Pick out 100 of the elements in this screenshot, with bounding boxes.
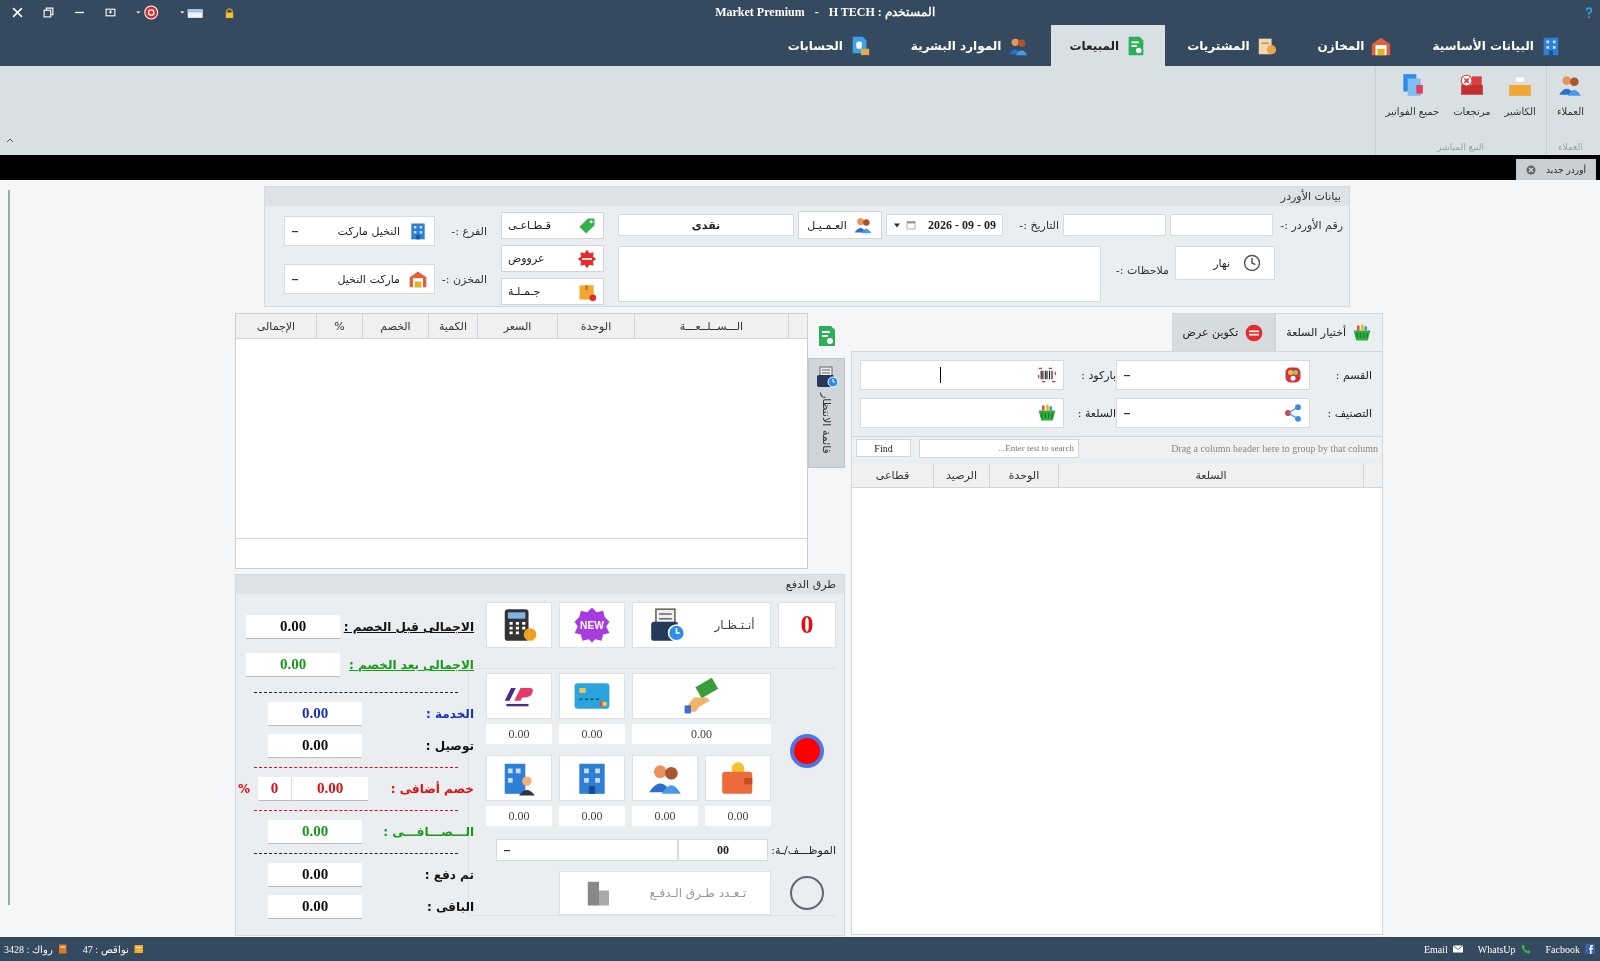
tab-icon [1352,322,1372,343]
shift-field[interactable]: نهار [1175,246,1275,280]
waiting-count: 0 [778,602,836,648]
amount-field[interactable]: 0.00 [246,615,340,639]
column-header[interactable]: الرصيد [933,463,989,487]
social-link[interactable]: Facbook [1545,943,1596,955]
search-field[interactable]: Enter test to search... [919,438,1079,458]
column-header[interactable]: السعر [477,314,557,338]
date-field[interactable]: 2026 - 09 - 09 [886,214,1003,236]
price-type-button[interactable]: جـمـلـة [501,278,604,305]
status-text: رواك : 3428 [4,943,53,955]
wait-button[interactable]: أنـتـظـار [632,602,771,648]
share-icon [1283,403,1303,423]
window-icon[interactable] [105,7,116,18]
ribbon-button[interactable]: مرتجعات [1449,70,1495,142]
status-icon [132,943,145,955]
panel-title: بيانات الأوردر [1280,190,1341,203]
ribbon-tab[interactable]: المشتريات [1169,25,1296,66]
amount-field[interactable]: 0.00 [268,734,362,758]
calendar-icon [905,219,917,231]
price-type-button[interactable]: عرووض [501,245,604,272]
dropdown-field[interactable] [1116,360,1310,390]
column-header[interactable]: الكمية [428,314,477,338]
new-button[interactable]: NEW [559,602,625,648]
customer-field[interactable]: نقدى [617,214,794,236]
ribbon-tab[interactable]: الحسابات [769,25,889,66]
restore-icon[interactable] [43,7,54,18]
payment-method-button[interactable] [559,755,625,801]
people-icon [852,215,873,235]
column-header[interactable]: قطاعى [852,463,933,487]
ribbon-button[interactable]: جميع الفواتير [1381,70,1444,142]
total-label: الـــصـــافـــى : [382,825,474,839]
panel-tab[interactable]: أختيار السلعة [1275,313,1383,351]
column-header[interactable]: % [316,314,362,338]
waiting-list-tab[interactable]: قائمة الانتظار [808,358,845,468]
total-label: خصم أضافى : [389,782,474,796]
ribbon-button[interactable]: الكاشير [1500,70,1540,142]
section-icon [1283,365,1303,385]
lock-icon[interactable] [224,7,235,18]
help-icon[interactable] [1584,5,1594,20]
amount-field: 0.00 [486,724,552,744]
ribbon-group-label: العملاء [1557,142,1584,154]
ribbon-tab[interactable]: المبيعات [1051,25,1166,66]
dropdown-caret-icon [893,222,901,228]
ribbon-tab[interactable]: البيانات الأساسية [1414,25,1580,66]
column-header[interactable]: السلعة [1058,463,1363,487]
amount-field[interactable]: 0.00 [292,777,369,801]
dropdown-field[interactable] [1116,398,1310,428]
calculator-button[interactable] [486,602,552,648]
status-icon [56,943,69,955]
ribbon-tab[interactable]: المخازن [1299,25,1411,66]
customer-button[interactable]: العـمـيـل [798,211,882,239]
payment-method-button[interactable] [632,755,698,801]
employee-field[interactable] [496,839,678,861]
percent-sign: % [238,782,251,796]
amount-field[interactable]: 0.00 [268,863,362,887]
group-hint: Drag a column header here to group by that column [1170,442,1378,454]
input-field[interactable] [860,398,1064,428]
social-link[interactable]: Email [1423,943,1464,955]
input-field[interactable] [860,360,1064,390]
email-icon [1451,943,1464,955]
waiting-icon [648,606,687,644]
radio-button[interactable] [790,734,824,768]
amount-field[interactable]: 0.00 [246,653,340,677]
social-link[interactable]: WhatsUp [1477,943,1532,955]
logo-dropdown-icon[interactable] [136,5,160,20]
find-button[interactable]: Find [856,439,911,457]
amount-field: 0.00 [486,806,552,826]
document-tab[interactable]: أوردر جديد [1516,159,1596,180]
order-number-field[interactable] [1170,214,1273,236]
branch-field[interactable]: النخيل ماركت [284,216,435,246]
column-header[interactable]: الخصم [362,314,428,338]
notes-field[interactable] [617,246,1101,302]
collapse-icon[interactable] [6,137,14,143]
column-header[interactable]: الإجمالى [236,314,316,338]
close-icon[interactable] [12,7,23,18]
payment-method-button[interactable] [486,673,552,719]
payment-method-icon [682,677,721,715]
percent-field[interactable]: 0 [258,777,293,801]
store-field[interactable]: ماركت النخيل [284,264,435,294]
panel-tab[interactable]: تكوين عرض [1171,313,1276,351]
ribbon-button[interactable]: العملاء [1552,70,1588,142]
column-header[interactable]: الوحدة [989,463,1058,487]
price-type-button[interactable]: قـطـاعـى [501,212,604,239]
amount-field[interactable]: 0.00 [268,702,362,726]
tab-icon [1244,322,1265,343]
column-header[interactable]: الوحدة [557,314,634,338]
status-text: نواقص : 47 [82,943,129,955]
close-icon[interactable] [1526,164,1537,175]
order-number-field[interactable] [1063,214,1166,236]
radio-button[interactable] [790,876,824,910]
amount-field[interactable]: 0.00 [268,820,362,844]
employee-code-field[interactable]: 00 [678,839,768,861]
amount-field[interactable]: 0.00 [268,895,362,919]
column-header[interactable]: الـــســلــعـــة [634,314,788,338]
field-label: باركود : [1080,368,1116,382]
ribbon-tab[interactable]: الموارد البشرية [892,25,1048,66]
field-label: السلعة : [1076,406,1116,420]
total-label: تم دفع : [423,868,474,882]
amount-field: 0.00 [632,724,771,744]
